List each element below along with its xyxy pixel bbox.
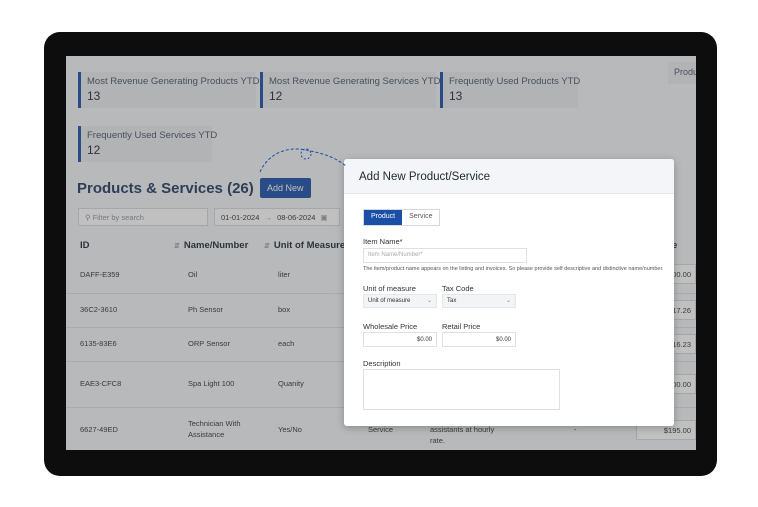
stat-value: 13 <box>87 89 101 103</box>
cell-id: 6135-83E6 <box>80 339 117 348</box>
cell-name-line1: Technician With <box>188 419 241 428</box>
item-name-label: Item Name* <box>363 237 403 246</box>
stat-label: Frequently Used Services YTD <box>87 130 218 141</box>
stat-card-frequent-services[interactable]: Frequently Used Services YTD 12 <box>78 126 218 162</box>
cell-unit: Quanity <box>278 379 304 388</box>
unit-of-measure-label: Unit of measure <box>363 284 416 293</box>
cell-id: DAFF-E359 <box>80 270 120 279</box>
cell-unit: Yes/No <box>278 425 302 434</box>
cell-name: Ph Sensor <box>188 305 224 314</box>
wholesale-price-input[interactable]: $0.00 <box>363 332 437 347</box>
cell-name: ORP Sensor <box>188 339 230 348</box>
cell-id: 6627-49ED <box>80 425 118 434</box>
cell-type: Service <box>368 425 394 434</box>
stat-card-revenue-services[interactable]: Most Revenue Generating Services YTD 12 <box>260 72 441 108</box>
stat-value: 12 <box>87 143 101 157</box>
cell-id: 36C2-3610 <box>80 305 118 314</box>
chevron-down-icon: ⌄ <box>505 298 511 304</box>
wholesale-price-label: Wholesale Price <box>363 322 418 331</box>
page-title: Products & Services (26) <box>77 180 254 197</box>
cell-description: assistants at hourly rate. <box>430 424 494 446</box>
cell-name: Technician With Assistance <box>188 418 241 440</box>
unit-of-measure-value: Unit of measure <box>368 298 411 304</box>
cell-name: Oil <box>188 270 198 279</box>
description-label: Description <box>363 359 401 368</box>
stat-value: 12 <box>269 89 283 103</box>
dashed-connector <box>259 148 347 173</box>
stat-card-frequent-products[interactable]: Frequently Used Products YTD 13 <box>440 72 581 108</box>
column-header-name-label: Name/Number <box>183 240 249 251</box>
cell-name-line2: Assistance <box>188 430 225 439</box>
stat-label: Most Revenue Generating Services YTD <box>269 76 441 87</box>
date-to: 08-06-2024 <box>277 213 316 222</box>
tax-code-label: Tax Code <box>442 284 474 293</box>
page-title-text: Products & Services <box>77 180 223 197</box>
column-header-name[interactable]: ⇵ Name/Number <box>174 240 248 251</box>
product-service-toggle: Product Service <box>363 209 441 226</box>
stat-label: Most Revenue Generating Products YTD <box>87 76 260 87</box>
chevron-down-icon: ⌄ <box>426 298 432 304</box>
add-product-modal: Add New Product/Service Product Service … <box>344 159 674 426</box>
column-header-unit-label: Unit of Measure <box>273 240 346 251</box>
unit-of-measure-select[interactable]: Unit of measure ⌄ <box>363 294 437 308</box>
calendar-icon[interactable]: ▣ <box>321 213 328 222</box>
cell-unit: box <box>278 305 291 314</box>
item-count: (26) <box>227 180 254 197</box>
stat-label: Frequently Used Products YTD <box>449 76 581 87</box>
item-name-hint: The item/product name appears on the lis… <box>363 266 664 272</box>
date-arrow: → <box>264 213 272 222</box>
item-name-input[interactable]: Item Name/Number* <box>363 248 527 263</box>
products-tab[interactable]: Produ <box>668 62 696 84</box>
search-icon: ⚲ <box>85 213 91 222</box>
cell-unit: each <box>278 339 295 348</box>
tax-code-value: Tax <box>447 298 457 304</box>
stat-value: 13 <box>449 89 463 103</box>
add-new-button[interactable]: Add New <box>260 178 311 198</box>
cell-unit: liter <box>278 270 291 279</box>
modal-title: Add New Product/Service <box>359 171 491 183</box>
retail-price-label: Retail Price <box>442 322 481 331</box>
column-header-unit[interactable]: ⇵ Unit of Measure <box>264 240 345 251</box>
search-placeholder: Filter by search <box>92 213 144 222</box>
date-from: 01-01-2024 <box>221 213 260 222</box>
description-textarea[interactable] <box>363 369 560 410</box>
cell-description-line2: rate. <box>430 436 446 445</box>
sort-icon[interactable]: ⇵ <box>264 243 270 250</box>
tab-product[interactable]: Product <box>364 210 403 225</box>
cell-id: EAE3-CFC8 <box>80 379 122 388</box>
column-header-id[interactable]: ID <box>80 240 90 251</box>
cell-dash: - <box>574 425 577 434</box>
cell-name: Spa Light 100 <box>188 379 235 388</box>
date-range-picker[interactable]: 01-01-2024 → 08-06-2024 ▣ <box>214 208 340 226</box>
retail-price-input[interactable]: $0.00 <box>442 332 516 347</box>
tax-code-select[interactable]: Tax ⌄ <box>442 294 516 308</box>
tab-service[interactable]: Service <box>402 210 439 225</box>
sort-icon[interactable]: ⇵ <box>174 243 180 250</box>
search-input[interactable]: ⚲ Filter by search <box>78 208 208 226</box>
stat-card-revenue-products[interactable]: Most Revenue Generating Products YTD 13 <box>78 72 260 108</box>
